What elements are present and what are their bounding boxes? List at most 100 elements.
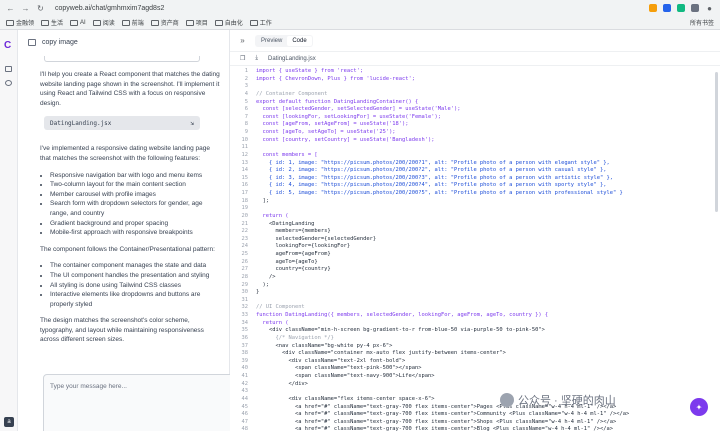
code-line: 11 bbox=[230, 144, 720, 152]
code-text: return ( bbox=[256, 319, 289, 326]
forward-icon[interactable]: → bbox=[21, 4, 30, 13]
bookmark-item[interactable]: AI bbox=[70, 19, 86, 26]
line-number: 11 bbox=[241, 144, 249, 151]
bookmark-label: 金融领 bbox=[16, 21, 35, 27]
reload-icon[interactable]: ↻ bbox=[36, 4, 45, 13]
assistant-summary: I've implemented a responsive dating web… bbox=[40, 145, 210, 162]
line-number: 28 bbox=[241, 273, 249, 280]
code-line: 4 // Container Component bbox=[230, 91, 720, 99]
line-number: 46 bbox=[241, 411, 249, 418]
code-line: 26 ageTo={ageTo} bbox=[230, 259, 720, 267]
line-number: 25 bbox=[241, 251, 249, 257]
tab-code[interactable]: Code bbox=[287, 35, 312, 46]
history-icon[interactable] bbox=[5, 80, 12, 86]
folder-icon bbox=[121, 19, 130, 26]
collapse-icon[interactable]: » bbox=[238, 36, 247, 45]
bookmark-item[interactable]: 项目 bbox=[185, 18, 208, 27]
bookmark-item[interactable]: 前端 bbox=[121, 18, 144, 27]
code-line: 42 </div> bbox=[230, 381, 720, 389]
code-line: 41 <span className="text-navy-900">Life<… bbox=[230, 373, 720, 381]
code-text: ageTo={ageTo} bbox=[256, 258, 318, 265]
sidebar-toggle-icon[interactable] bbox=[28, 38, 36, 46]
bookmark-item[interactable]: 生活 bbox=[41, 18, 63, 27]
extension-icon[interactable] bbox=[677, 4, 685, 12]
assistant-intro: I'll help you create a React component t… bbox=[40, 71, 220, 107]
code-text: <span className="text-navy-900">Life</sp… bbox=[256, 373, 435, 379]
list-item: Member carousel with profile images bbox=[50, 190, 222, 200]
line-number: 48 bbox=[241, 426, 249, 431]
code-line: 32 // UI Component bbox=[230, 304, 720, 312]
code-text: { id: 1, image: "https://picsum.photos/2… bbox=[256, 159, 610, 166]
code-text: ]; bbox=[256, 197, 269, 204]
chat-icon[interactable] bbox=[5, 66, 12, 72]
code-line: 44 <div className="flex items-center spa… bbox=[230, 396, 720, 404]
list-item: The UI component handles the presentatio… bbox=[50, 271, 222, 281]
line-number: 21 bbox=[241, 220, 249, 227]
bookmark-item[interactable]: 资产商 bbox=[150, 18, 179, 27]
artifact-card[interactable]: DatingLanding.jsx ⇲ bbox=[44, 116, 200, 131]
line-number: 4 bbox=[244, 90, 248, 97]
code-text: ageFrom={ageFrom} bbox=[256, 251, 331, 257]
line-number: 10 bbox=[241, 136, 249, 143]
message-composer[interactable]: Type your message here... ↑ bbox=[43, 374, 239, 431]
bookmark-label: 项目 bbox=[195, 21, 208, 27]
folder-icon bbox=[249, 19, 258, 26]
bookmarks-bar: 金融领 生活 AI 阅读 前端 资产商 项目 自由化 工作 所有书签 bbox=[0, 16, 720, 30]
app-logo[interactable]: C bbox=[4, 40, 11, 51]
code-line: 16 { id: 4, image: "https://picsum.photo… bbox=[230, 182, 720, 190]
profile-icon[interactable]: ● bbox=[705, 4, 714, 13]
back-icon[interactable]: ← bbox=[6, 4, 15, 13]
code-line: 6 const [selectedGender, setSelectedGend… bbox=[230, 106, 720, 114]
code-editor[interactable]: 1 import { useState } from 'react'; 2 impor… bbox=[230, 68, 720, 431]
extension-icon[interactable] bbox=[663, 4, 671, 12]
line-number: 3 bbox=[244, 83, 248, 90]
watermark: 公众号 · 坚硬的肉山 bbox=[500, 392, 616, 408]
code-toolbar: » Preview Code bbox=[230, 30, 720, 52]
code-text: import { useState } from 'react'; bbox=[256, 68, 364, 74]
code-text: <a href="#" className="text-gray-700 fle… bbox=[256, 411, 630, 418]
code-line: 43 bbox=[230, 388, 720, 396]
line-number: 24 bbox=[241, 243, 249, 250]
bookmark-item[interactable]: 工作 bbox=[249, 18, 272, 27]
code-scrollbar[interactable] bbox=[715, 72, 718, 212]
code-text: } bbox=[256, 289, 260, 296]
url-field[interactable]: copyweb.ai/chat/gmhmxim7agd8s2 bbox=[55, 5, 164, 12]
list-item: Interactive elements like dropdowns and … bbox=[50, 290, 222, 309]
download-icon[interactable]: ⤓ bbox=[255, 55, 258, 62]
code-line: 9 const [ageTo, setAgeTo] = useState('25… bbox=[230, 129, 720, 137]
tab-preview[interactable]: Preview bbox=[256, 36, 287, 46]
bookmark-label: 工作 bbox=[259, 21, 272, 27]
bookmark-item[interactable]: 自由化 bbox=[214, 18, 243, 27]
line-number: 44 bbox=[241, 395, 249, 402]
bookmark-item[interactable]: 阅读 bbox=[92, 18, 115, 27]
line-number: 30 bbox=[241, 289, 249, 296]
list-item: Mobile-first approach with responsive br… bbox=[50, 228, 222, 238]
assistant-button[interactable]: ✦ bbox=[690, 398, 708, 416]
line-number: 15 bbox=[241, 174, 249, 181]
code-line: 13 { id: 1, image: "https://picsum.photo… bbox=[230, 160, 720, 168]
extension-icon[interactable] bbox=[691, 4, 699, 12]
message-input[interactable]: Type your message here... bbox=[50, 383, 127, 390]
code-line: 37 <nav className="bg-white py-4 px-6"> bbox=[230, 343, 720, 351]
line-number: 33 bbox=[241, 312, 249, 318]
code-text: { id: 3, image: "https://picsum.photos/2… bbox=[256, 174, 613, 181]
code-line: 23 selectedGender={selectedGender} bbox=[230, 236, 720, 244]
extension-icon[interactable] bbox=[649, 4, 657, 12]
code-line: 15 { id: 3, image: "https://picsum.photo… bbox=[230, 175, 720, 183]
avatar[interactable]: a bbox=[4, 417, 14, 427]
previous-message-stub bbox=[44, 56, 200, 62]
bookmark-item[interactable]: 金融领 bbox=[6, 18, 34, 27]
copy-icon[interactable]: ❐ bbox=[240, 55, 245, 62]
expand-icon[interactable]: ⇲ bbox=[190, 119, 194, 129]
watermark-text: 公众号 · 坚硬的肉山 bbox=[518, 395, 616, 407]
bookmark-label: 生活 bbox=[51, 21, 64, 27]
code-text: {/* Navigation */} bbox=[256, 334, 334, 341]
code-line: 48 <a href="#" className="text-gray-700 … bbox=[230, 426, 720, 431]
wechat-icon bbox=[500, 393, 514, 407]
code-text: <DatingLanding bbox=[256, 220, 315, 227]
all-bookmarks[interactable]: 所有书签 bbox=[690, 18, 714, 27]
line-number: 19 bbox=[241, 205, 249, 212]
code-line: 20 return ( bbox=[230, 213, 720, 221]
list-item: The container component manages the stat… bbox=[50, 261, 222, 271]
list-item: Responsive navigation bar with logo and … bbox=[50, 171, 222, 181]
